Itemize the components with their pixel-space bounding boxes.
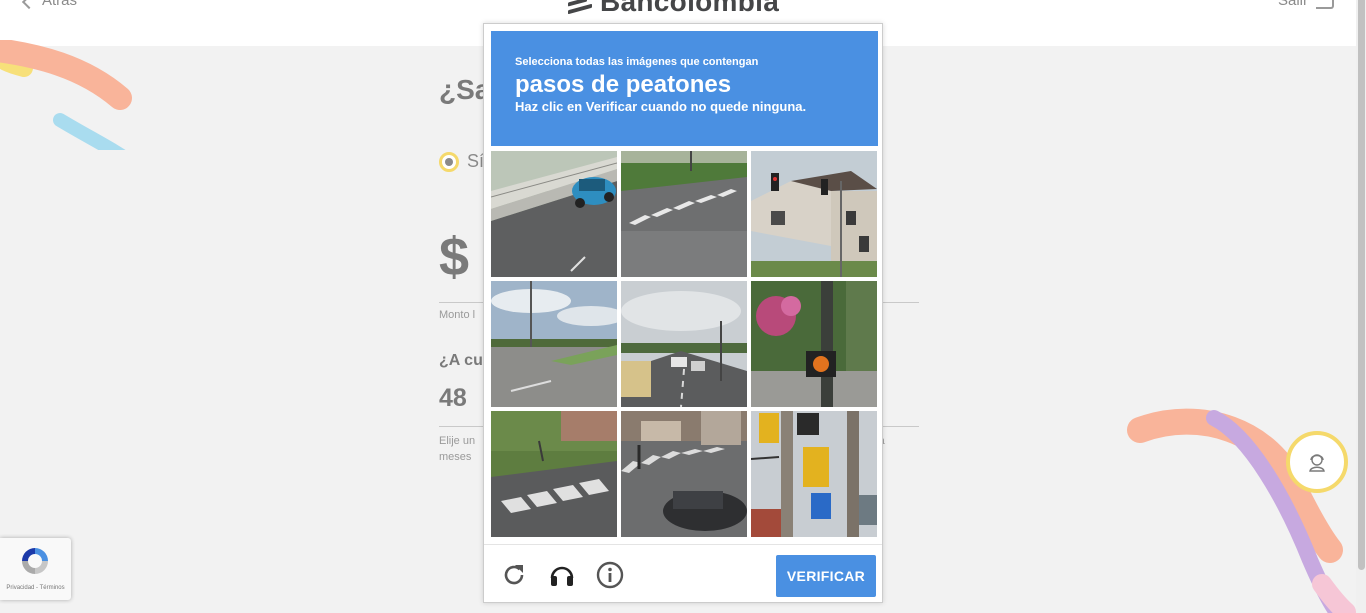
verify-button[interactable]: VERIFICAR (776, 555, 876, 597)
captcha-tile-8[interactable] (621, 411, 747, 537)
captcha-tile-grid (491, 151, 878, 538)
captcha-tile-1[interactable] (491, 151, 617, 277)
months-hint-line2: meses (439, 451, 472, 463)
months-input[interactable]: 48 (439, 384, 467, 413)
audio-challenge-button[interactable] (548, 561, 576, 589)
exit-link[interactable]: Salir (1278, 0, 1334, 9)
scrollbar-thumb[interactable] (1358, 0, 1365, 570)
captcha-tile-5[interactable] (621, 281, 747, 407)
recaptcha-badge[interactable]: Privacidad - Términos (0, 538, 71, 600)
captcha-tile-3[interactable] (751, 151, 877, 277)
months-hint-start: Elije un (439, 435, 476, 447)
captcha-tile-2[interactable] (621, 151, 747, 277)
captcha-footer: VERIFICAR (484, 544, 882, 602)
headphones-icon (550, 566, 574, 586)
info-icon (596, 561, 624, 589)
captcha-instruction: Haz clic en Verificar cuando no quede ni… (515, 99, 807, 114)
captcha-tile-6[interactable] (751, 281, 877, 407)
brand-logo: Bancolombia (568, 0, 779, 18)
reload-button[interactable] (500, 561, 528, 589)
decorative-strokes-right (1127, 408, 1356, 613)
chevron-left-icon (21, 0, 37, 9)
help-button[interactable] (596, 561, 624, 589)
back-link[interactable]: Atrás (21, 0, 78, 9)
recaptcha-legal[interactable]: Privacidad - Términos (0, 585, 71, 591)
reload-icon (504, 565, 524, 585)
captcha-header: Selecciona todas las imágenes que conten… (491, 31, 878, 146)
back-label: Atrás (42, 0, 78, 9)
amount-hint: Monto l (439, 309, 476, 321)
logout-icon (1316, 0, 1334, 9)
captcha-subtitle: Selecciona todas las imágenes que conten… (515, 56, 759, 68)
recaptcha-logo-icon (22, 548, 48, 574)
support-chat-button[interactable] (1286, 431, 1348, 493)
radio-yes[interactable] (439, 152, 459, 172)
captcha-tile-7[interactable] (491, 411, 617, 537)
radio-yes-label: Sí (467, 151, 485, 171)
support-agent-icon (1309, 454, 1325, 472)
captcha-target: pasos de peatones (515, 71, 732, 98)
bancolombia-logo-icon (568, 0, 592, 15)
exit-label: Salir (1277, 0, 1308, 9)
captcha-tile-9[interactable] (751, 411, 877, 537)
page-scrollbar[interactable] (1356, 0, 1366, 613)
captcha-tile-4[interactable] (491, 281, 617, 407)
captcha-challenge-dialog: Selecciona todas las imágenes que conten… (483, 23, 883, 603)
decorative-strokes-left (0, 40, 132, 150)
brand-name: Bancolombia (600, 0, 780, 17)
